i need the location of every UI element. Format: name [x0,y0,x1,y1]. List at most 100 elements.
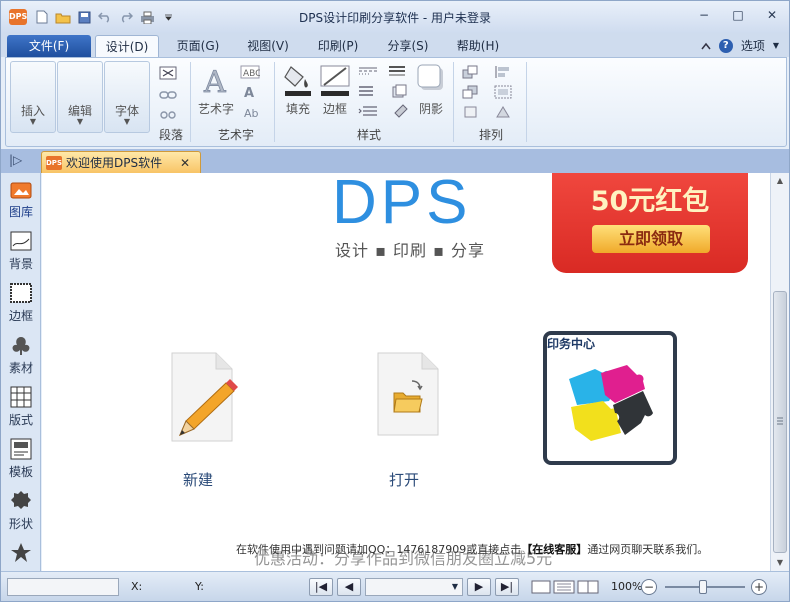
scroll-thumb[interactable] [773,291,787,553]
tab-page[interactable]: 页面(G) [167,35,229,57]
last-page-button[interactable]: ▶| [495,578,519,596]
zoom-in-button[interactable]: + [751,579,767,595]
dps-logo: DPS [332,173,472,237]
sidebar-item-label: 形状 [8,517,33,531]
line-weight-icon[interactable] [386,64,414,78]
shadow-icon[interactable] [416,62,446,96]
sidebar-item-material[interactable]: 素材 [1,329,41,381]
insert-button[interactable]: 插入 ▼ [10,61,56,133]
app-window: DPS DPS设计印刷分享软件 - 用户未登录 − □ ✕ 文件(F) 设计(D… [0,0,790,602]
sidebar-item-star[interactable] [1,537,41,571]
border-pen-icon[interactable] [317,62,353,98]
tab-print[interactable]: 印刷(P) [307,35,369,57]
scroll-down-icon[interactable]: ▼ [771,555,789,571]
collapse-ribbon-icon[interactable] [701,42,711,50]
zoom-slider-thumb[interactable] [699,580,707,594]
unlink-icon[interactable] [156,106,180,124]
font-button[interactable]: 字体 ▼ [104,61,150,133]
restore-button[interactable]: □ [721,3,755,27]
layout-icon [9,385,33,409]
tab-view[interactable]: 视图(V) [237,35,299,57]
dps-tagline: 设计 ▪ 印刷 ▪ 分享 [335,241,486,260]
promo-amount: 50元红包 [590,186,710,217]
sidebar-item-template[interactable]: 模板 [1,433,41,485]
left-tool-panel: 图库 背景 边框 素材 版式 模板 形状 [1,173,41,571]
wordart-button-label[interactable]: 艺术字 [196,100,236,117]
scroll-up-icon[interactable]: ▲ [771,173,789,189]
options-arrow-icon[interactable]: ▼ [773,41,779,50]
vertical-scrollbar[interactable]: ▲ ▼ [770,173,789,571]
wordart-icon[interactable]: A [199,64,233,98]
promo-scroll-text: 优惠活动：分享作品到微信朋友圈立减5元 [254,549,553,568]
status-progress-box [7,578,119,596]
promo-banner[interactable]: 50元红包 立即领取 [552,173,748,273]
background-icon [9,229,33,253]
text-box-icon[interactable] [156,64,180,82]
text-outline-icon[interactable]: Ab [238,104,262,120]
print-center-card[interactable]: 印务中心 [543,331,677,465]
sidebar-item-layout[interactable]: 版式 [1,381,41,433]
rotate-icon[interactable] [458,104,484,120]
tab-help[interactable]: 帮助(H) [447,35,509,57]
ribbon-divider [274,62,275,142]
ribbon-divider [190,62,191,142]
claim-button[interactable]: 立即领取 [592,225,710,253]
tab-design[interactable]: 设计(D) [95,35,159,57]
line-spacing-icon[interactable] [356,84,384,98]
fill-button-label[interactable]: 填充 [281,100,315,117]
prev-page-button[interactable]: ◀ [337,578,361,596]
close-button[interactable]: ✕ [755,3,789,27]
page-select[interactable]: ▼ [365,578,463,596]
tab-share[interactable]: 分享(S) [377,35,439,57]
document-tab-welcome[interactable]: DPS 欢迎使用DPS软件 ✕ [41,151,201,173]
sidebar-item-shape[interactable]: 形状 [1,485,41,537]
sidebar-item-label: 图库 [8,205,33,219]
open-document-card[interactable]: 打开 [354,349,454,489]
sidebar-item-frame[interactable]: 边框 [1,277,41,329]
group-icon[interactable] [490,84,516,100]
open-label: 打开 [388,471,419,489]
copy-format-icon[interactable] [386,84,414,98]
new-document-card[interactable]: 新建 [148,349,248,489]
welcome-canvas: DPS 设计 ▪ 印刷 ▪ 分享 50元红包 立即领取 新建 打开 印务中心 在… [42,173,770,571]
file-tab[interactable]: 文件(F) [7,35,91,57]
line-dash-icon[interactable] [356,64,384,78]
align-icon[interactable] [490,64,516,80]
indent-icon[interactable] [356,104,384,118]
link-icon[interactable] [156,86,180,104]
format-brush-icon[interactable] [386,104,414,118]
fill-bucket-icon[interactable] [281,62,315,98]
first-page-button[interactable]: |◀ [309,578,333,596]
options-menu[interactable]: 选项 [741,37,765,54]
edit-dropdown-icon: ▼ [76,117,84,126]
window-controls: − □ ✕ [687,3,789,27]
bring-forward-icon[interactable] [458,64,484,80]
close-tab-icon[interactable]: ✕ [180,156,190,170]
next-page-button[interactable]: ▶ [467,578,491,596]
text-style-icon[interactable]: ABC [238,64,262,80]
zoom-level: 100% [611,580,643,593]
page-select-arrow-icon: ▼ [451,582,458,591]
sidebar-item-background[interactable]: 背景 [1,225,41,277]
sidebar-item-gallery[interactable]: 图库 [1,173,41,225]
help-icon[interactable]: ? [718,38,733,53]
panel-toggle-button[interactable]: |▷ [9,153,22,167]
sidebar-item-label: 素材 [8,361,33,375]
minimize-button[interactable]: − [687,3,721,27]
title-bar: DPS DPS设计印刷分享软件 - 用户未登录 − □ ✕ [1,1,789,33]
svg-text:A: A [244,86,254,99]
send-backward-icon[interactable] [458,84,484,100]
edit-button[interactable]: 编辑 ▼ [57,61,103,133]
border-button-label[interactable]: 边框 [317,100,353,117]
distribute-icon[interactable] [490,104,516,120]
wordart-group-label: 艺术字 [217,128,254,142]
sidebar-item-label: 版式 [8,413,33,427]
arrange-group-label: 排列 [478,128,503,142]
view-mode-icons[interactable] [531,579,601,595]
text-fill-icon[interactable]: A [238,84,262,100]
open-document-icon [377,352,439,436]
gallery-icon [9,177,33,201]
shadow-button-label[interactable]: 阴影 [412,100,450,117]
zoom-out-button[interactable]: − [641,579,657,595]
paragraph-group-label: 段落 [158,128,183,142]
